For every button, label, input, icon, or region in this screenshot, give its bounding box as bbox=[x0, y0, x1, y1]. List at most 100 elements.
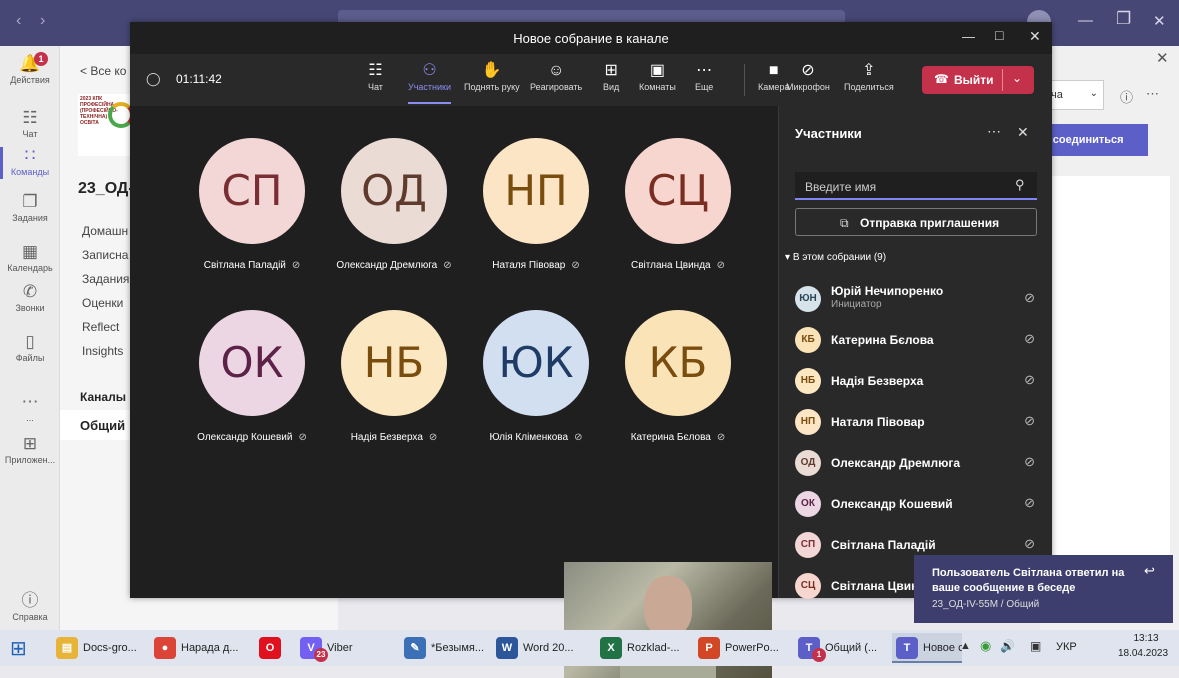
team-menu-item[interactable]: Reflect bbox=[82, 320, 119, 334]
team-menu-item[interactable]: Insights bbox=[82, 344, 123, 358]
avatar: СП bbox=[795, 532, 821, 558]
rail-item-10[interactable]: ⓘ Справка bbox=[0, 586, 60, 622]
forward-arrow-icon[interactable]: › bbox=[40, 12, 45, 30]
close-panel-icon[interactable]: ✕ bbox=[1017, 124, 1029, 141]
toolbar-button-grid[interactable]: ⊞ Вид bbox=[603, 60, 619, 92]
participant-list-item[interactable]: ЮН Юрій Нечипоренко Инициатор ⊘ bbox=[795, 282, 1039, 316]
team-menu-item[interactable]: Записна bbox=[82, 248, 128, 262]
rail-item-1[interactable]: 🔔 Действия 1 bbox=[0, 52, 60, 85]
view-dropdown[interactable]: ча ⌄ bbox=[1044, 80, 1104, 110]
taskbar-app[interactable]: X Rozklad-... bbox=[596, 633, 688, 663]
share-icon: ⧉ bbox=[840, 216, 849, 230]
tray-app-icon[interactable]: ◉ bbox=[980, 638, 991, 654]
clock-date[interactable]: 18.04.2023 bbox=[1110, 648, 1176, 659]
participant-tile[interactable]: ЮК Юлія Кліменкова ⊘ bbox=[466, 310, 606, 443]
rail-item-4[interactable]: ❐ Задания bbox=[0, 192, 60, 223]
rail-item-7[interactable]: ▯ Файлы bbox=[0, 332, 60, 363]
toolbar-button-more[interactable]: ⋯ Еще bbox=[695, 60, 713, 92]
help-icon: ⓘ bbox=[21, 591, 39, 610]
chevron-down-icon[interactable]: ⌄ bbox=[1012, 71, 1022, 85]
keyboard-language[interactable]: УКР bbox=[1056, 641, 1077, 653]
participant-tile[interactable]: НП Наталя Півовар ⊘ bbox=[466, 138, 606, 271]
participant-tile[interactable]: СП Світлана Паладій ⊘ bbox=[182, 138, 322, 271]
rail-item-5[interactable]: ▦ Календарь bbox=[0, 242, 60, 273]
back-arrow-icon[interactable]: ‹ bbox=[16, 12, 21, 30]
channels-header[interactable]: Каналы bbox=[80, 390, 126, 404]
close-icon[interactable]: ✕ bbox=[1029, 28, 1041, 45]
invite-button[interactable]: ⧉ Отправка приглашения bbox=[795, 208, 1037, 236]
windows-start-icon[interactable]: ⊞ bbox=[10, 636, 27, 661]
participant-list-item[interactable]: ОК Олександр Кошевий ⊘ bbox=[795, 487, 1039, 521]
participant-tile[interactable]: ОК Олександр Кошевий ⊘ bbox=[182, 310, 322, 443]
reply-icon[interactable]: ↩ bbox=[1144, 563, 1155, 579]
taskbar-app[interactable]: ✎ *Безымя... bbox=[400, 633, 488, 663]
channel-content: ✕ ча ⌄ ⓘ ⋯ исоединиться bbox=[1040, 46, 1179, 630]
mic-off-icon[interactable]: ⊘ bbox=[1024, 331, 1035, 347]
info-icon[interactable]: ⓘ bbox=[1120, 87, 1133, 106]
chrome-icon: ● bbox=[154, 637, 176, 660]
taskbar-app[interactable]: ▤ Docs-gro... bbox=[52, 633, 144, 663]
volume-icon[interactable]: 🔊 bbox=[1000, 639, 1015, 653]
section-header[interactable]: ▾ В этом собрании (9) bbox=[785, 252, 886, 263]
toolbar-divider bbox=[744, 64, 745, 96]
bell-icon: 🔔 bbox=[19, 54, 41, 73]
join-button[interactable]: исоединиться bbox=[1040, 124, 1148, 156]
camera-icon: ■ bbox=[768, 62, 779, 79]
powerpoint-icon: P bbox=[698, 637, 720, 660]
team-menu-item[interactable]: Домашн bbox=[82, 224, 128, 238]
taskbar-app[interactable]: P PowerPo... bbox=[694, 633, 788, 663]
notification-toast[interactable]: Пользователь Світлана ответил на ваше со… bbox=[914, 555, 1173, 623]
taskbar-app[interactable]: T Общий (... bbox=[794, 633, 888, 663]
rail-item-2[interactable]: ☷ Чат bbox=[0, 108, 60, 139]
taskbar-app[interactable]: V Viber bbox=[296, 633, 392, 663]
toolbar-button-camera[interactable]: ■ Камера bbox=[758, 60, 789, 92]
taskbar-app[interactable]: W Word 20... bbox=[492, 633, 590, 663]
toolbar-button-mic-off[interactable]: ⊘ Микрофон bbox=[786, 60, 830, 92]
toolbar-button-rooms[interactable]: ▣ Комнаты bbox=[639, 60, 676, 92]
toolbar-button-chat[interactable]: ☷ Чат bbox=[368, 60, 383, 92]
toolbar-button-smile[interactable]: ☺ Реагировать bbox=[530, 60, 582, 92]
participant-tile[interactable]: КБ Катерина Бєлова ⊘ bbox=[608, 310, 748, 443]
more-icon: ⋯ bbox=[21, 392, 39, 411]
participant-search-input[interactable]: Введите имя ⚲ bbox=[795, 172, 1037, 200]
minimize-icon[interactable]: — bbox=[1078, 12, 1093, 29]
mic-off-icon[interactable]: ⊘ bbox=[1024, 372, 1035, 388]
mic-off-icon[interactable]: ⊘ bbox=[1024, 495, 1035, 511]
mic-off-icon[interactable]: ⊘ bbox=[1024, 454, 1035, 470]
participant-tile[interactable]: НБ Надія Безверха ⊘ bbox=[324, 310, 464, 443]
taskbar-app[interactable]: O bbox=[255, 633, 291, 663]
participant-tile[interactable]: СЦ Світлана Цвинда ⊘ bbox=[608, 138, 748, 271]
toolbar-button-people[interactable]: ⚇ Участники bbox=[408, 60, 451, 104]
rail-item-3[interactable]: ∷ Команды bbox=[0, 146, 60, 177]
mic-off-icon[interactable]: ⊘ bbox=[1024, 536, 1035, 552]
rail-item-8[interactable]: ⋯... bbox=[0, 392, 60, 423]
taskbar-app[interactable]: T Новое со... bbox=[892, 633, 962, 663]
toolbar-button-hand[interactable]: ✋ Поднять руку bbox=[464, 60, 520, 92]
team-menu-item[interactable]: Оценки bbox=[82, 296, 123, 310]
leave-button[interactable]: ☎ Выйти ⌄ bbox=[922, 66, 1034, 94]
participant-tile[interactable]: ОД Олександр Дремлюга ⊘ bbox=[324, 138, 464, 271]
close-icon[interactable]: ✕ bbox=[1153, 12, 1166, 30]
mic-off-icon[interactable]: ⊘ bbox=[1024, 413, 1035, 429]
network-icon[interactable]: ▣ bbox=[1030, 639, 1041, 653]
rail-item-9[interactable]: ⊞ Приложен... bbox=[0, 434, 60, 465]
close-pane-icon[interactable]: ✕ bbox=[1156, 49, 1169, 67]
participant-list-item[interactable]: НБ Надія Безверха ⊘ bbox=[795, 364, 1039, 398]
mic-off-icon[interactable]: ⊘ bbox=[1024, 290, 1035, 306]
participant-name: Олександр Дремлюга ⊘ bbox=[336, 260, 452, 271]
minimize-icon[interactable]: — bbox=[962, 29, 975, 44]
more-options-icon[interactable]: ⋯ bbox=[1146, 86, 1159, 102]
maximize-icon[interactable]: □ bbox=[995, 27, 1003, 43]
clock-time[interactable]: 13:13 bbox=[1124, 633, 1168, 644]
rail-item-6[interactable]: ✆ Звонки bbox=[0, 282, 60, 313]
toolbar-button-share[interactable]: ⇪ Поделиться bbox=[844, 60, 894, 92]
participant-list-item[interactable]: ОД Олександр Дремлюга ⊘ bbox=[795, 446, 1039, 480]
back-to-teams-link[interactable]: < Все ко bbox=[80, 64, 126, 78]
maximize-icon[interactable]: ❐ bbox=[1116, 9, 1131, 29]
participant-list-item[interactable]: КБ Катерина Бєлова ⊘ bbox=[795, 323, 1039, 357]
more-options-icon[interactable]: ⋯ bbox=[987, 123, 1001, 140]
taskbar-app[interactable]: ● Нарада д... bbox=[150, 633, 250, 663]
participant-list-item[interactable]: НП Наталя Півовар ⊘ bbox=[795, 405, 1039, 439]
team-menu-item[interactable]: Задания bbox=[82, 272, 129, 286]
participant-name: Юрій Нечипоренко bbox=[831, 284, 944, 298]
